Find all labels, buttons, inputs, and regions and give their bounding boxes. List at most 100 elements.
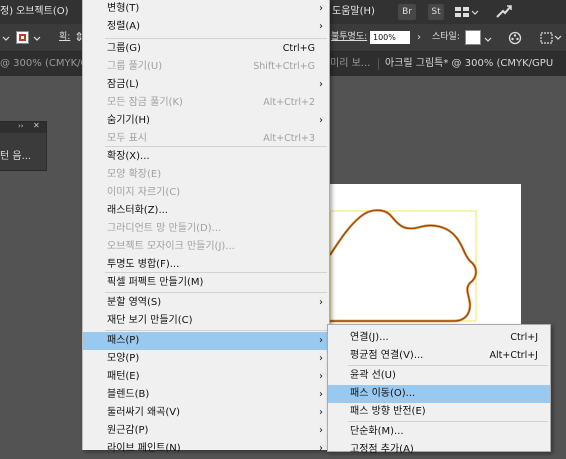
submenu-arrow-icon: › xyxy=(319,371,323,382)
align-to-icon[interactable] xyxy=(540,31,562,48)
menu-item-perspective[interactable]: 원근감(P) › xyxy=(83,422,329,440)
submenu-arrow-icon: › xyxy=(319,335,323,346)
submenu-separator xyxy=(348,365,548,366)
menu-item-group[interactable]: 그룹(G) Ctrl+G xyxy=(83,40,329,58)
menu-item-label: 패턴(E) xyxy=(107,371,140,382)
submenu-item-shortcut: Ctrl+J xyxy=(510,332,538,343)
menu-item-make-pixel-perfect[interactable]: 픽셀 퍼펙트 만들기(M) xyxy=(83,274,329,292)
style-chevron-icon[interactable] xyxy=(484,35,492,46)
menu-item-label: 재단 보기 만들기(C) xyxy=(107,315,193,326)
menu-separator xyxy=(105,292,327,293)
menu-item-rasterize[interactable]: 래스터화(Z)... xyxy=(83,202,329,220)
menu-item-expand[interactable]: 확장(X)... xyxy=(83,148,329,166)
submenu-arrow-icon: › xyxy=(319,21,323,32)
tab-document-left[interactable]: @ 300% (CMYK/G xyxy=(0,52,88,76)
menu-item-path[interactable]: 패스(P) › xyxy=(83,332,329,350)
menu-item-pattern[interactable]: 패턴(E) › xyxy=(83,368,329,386)
menu-item-unlock-all[interactable]: 모든 잠금 풀기(K) Alt+Ctrl+2 xyxy=(83,94,329,112)
menu-item-label: 변형(T) xyxy=(107,3,140,14)
submenu-separator xyxy=(348,421,548,422)
menu-item-transform[interactable]: 변형(T) › xyxy=(83,0,329,18)
submenu-arrow-icon: › xyxy=(319,389,323,400)
opacity-label: 불투명도: xyxy=(331,32,368,42)
menu-item-create-gradient-mesh[interactable]: 그라디언트 망 만들기(D)... xyxy=(83,220,329,238)
menu-item-create-trim-marks[interactable]: 재단 보기 만들기(C) xyxy=(83,312,329,330)
menu-item-live-paint[interactable]: 라이브 페인트(N) › xyxy=(83,440,329,458)
menu-item-create-object-mosaic[interactable]: 오브젝트 모자이크 만들기(J)... xyxy=(83,238,329,256)
menu-item-arrange[interactable]: 정렬(A) › xyxy=(83,18,329,36)
menu-item-crop-image[interactable]: 이미지 자르기(C) xyxy=(83,184,329,202)
menu-item-label: 모양(P) xyxy=(107,353,140,364)
close-panel-icon[interactable]: ✕ xyxy=(33,121,40,130)
menu-separator xyxy=(105,330,327,331)
stock-button[interactable]: St xyxy=(428,4,444,20)
menu-item-label: 모든 잠금 풀기(K) xyxy=(107,97,183,108)
submenu-item-offset-path[interactable]: 패스 이동(O)... xyxy=(328,385,550,403)
menu-item-label: 픽셀 퍼펙트 만들기(M) xyxy=(107,277,204,288)
tab-document-middle[interactable]: 미리 보... xyxy=(330,52,370,76)
panel-header[interactable]: ›› ✕ xyxy=(0,121,46,133)
submenu-item-label: 단순화(M)... xyxy=(350,426,404,437)
stroke-dropdown-chevron-icon[interactable] xyxy=(33,34,41,45)
submenu-arrow-icon: › xyxy=(319,297,323,308)
submenu-item-add-anchor-points[interactable]: 고정점 추가(A) xyxy=(328,441,550,459)
submenu-item-label: 패스 방향 반전(E) xyxy=(350,406,426,417)
menu-item-label: 투명도 병합(F)... xyxy=(107,259,180,270)
collapse-panel-icon[interactable]: ›› xyxy=(18,122,24,130)
menu-item-label: 분할 영역(S) xyxy=(107,297,162,308)
menu-separator xyxy=(105,38,327,39)
menu-item-label: 오브젝트 모자이크 만들기(J)... xyxy=(107,241,235,252)
menu-item-label: 그룹 풀기(U) xyxy=(107,61,163,72)
menu-item-lock[interactable]: 잠금(L) › xyxy=(83,76,329,94)
menu-item-label: 래스터화(Z)... xyxy=(107,205,168,216)
floating-panel: ›› ✕ 턴 음... xyxy=(0,121,47,171)
menu-select-partial[interactable]: 정) xyxy=(0,0,13,24)
chevron-down-icon[interactable] xyxy=(2,34,10,45)
selected-path-shape[interactable] xyxy=(330,205,490,325)
menu-item-label: 둘러싸기 왜곡(V) xyxy=(107,407,181,418)
opacity-input[interactable]: 100% xyxy=(370,31,410,44)
menu-item-slice[interactable]: 분할 영역(S) › xyxy=(83,294,329,312)
submenu-item-outline-stroke[interactable]: 윤곽 선(U) xyxy=(328,367,550,385)
style-label: 스타일: xyxy=(432,32,460,42)
object-menu: 변형(T) › 정렬(A) › 그룹(G) Ctrl+G 그룹 풀기(U) Shift+Ctr… xyxy=(82,0,330,454)
bridge-button[interactable]: Br xyxy=(398,4,416,20)
submenu-item-join[interactable]: 연결(J)... Ctrl+J xyxy=(328,329,550,347)
submenu-item-label: 연결(J)... xyxy=(350,332,389,343)
menu-object[interactable]: 오브젝트(O) xyxy=(16,0,68,24)
menu-item-label: 잠금(L) xyxy=(107,79,139,90)
menu-item-show-all[interactable]: 모두 표시 Alt+Ctrl+3 xyxy=(83,130,329,148)
menu-item-envelope-distort[interactable]: 둘러싸기 왜곡(V) › xyxy=(83,404,329,422)
submenu-item-reverse-path-direction[interactable]: 패스 방향 반전(E) xyxy=(328,403,550,421)
menu-item-shortcut: Ctrl+G xyxy=(282,43,315,54)
submenu-item-label: 평균점 연결(V)... xyxy=(350,350,424,361)
submenu-item-label: 패스 이동(O)... xyxy=(350,388,416,399)
menu-item-label: 이미지 자르기(C) xyxy=(107,187,181,198)
arrange-documents-icon[interactable] xyxy=(455,6,479,21)
menu-item-shape[interactable]: 모양(P) › xyxy=(83,350,329,368)
stroke-swatch[interactable] xyxy=(16,31,29,44)
tab-divider xyxy=(378,58,379,70)
recolor-artwork-icon[interactable] xyxy=(508,31,522,48)
menu-item-label: 그라디언트 망 만들기(D)... xyxy=(107,223,222,234)
menu-item-expand-appearance[interactable]: 모양 확장(E) xyxy=(83,166,329,184)
menu-item-label: 모양 확장(E) xyxy=(107,169,162,180)
menu-item-ungroup[interactable]: 그룹 풀기(U) Shift+Ctrl+G xyxy=(83,58,329,76)
menu-item-label: 숨기기(H) xyxy=(107,115,150,126)
submenu-item-label: 윤곽 선(U) xyxy=(350,370,396,381)
menu-item-hide[interactable]: 숨기기(H) › xyxy=(83,112,329,130)
submenu-arrow-icon: › xyxy=(319,443,323,454)
gpu-performance-icon[interactable] xyxy=(495,5,513,22)
menu-item-blend[interactable]: 블렌드(B) › xyxy=(83,386,329,404)
tab-document-active[interactable]: 아크릴 그림특* @ 300% (CMYK/GPU xyxy=(385,52,553,76)
style-swatch[interactable] xyxy=(465,30,481,45)
opacity-arrow-icon[interactable]: › xyxy=(417,24,421,51)
submenu-item-label: 고정점 추가(A) xyxy=(350,444,414,455)
submenu-item-average[interactable]: 평균점 연결(V)... Alt+Ctrl+J xyxy=(328,347,550,365)
menu-item-label: 정렬(A) xyxy=(107,21,141,32)
menu-item-flatten-transparency[interactable]: 투명도 병합(F)... xyxy=(83,256,329,274)
menu-help[interactable]: 도움말(H) xyxy=(332,0,375,24)
submenu-item-simplify[interactable]: 단순화(M)... xyxy=(328,423,550,441)
submenu-arrow-icon: › xyxy=(319,353,323,364)
menu-item-label: 블렌드(B) xyxy=(107,389,150,400)
